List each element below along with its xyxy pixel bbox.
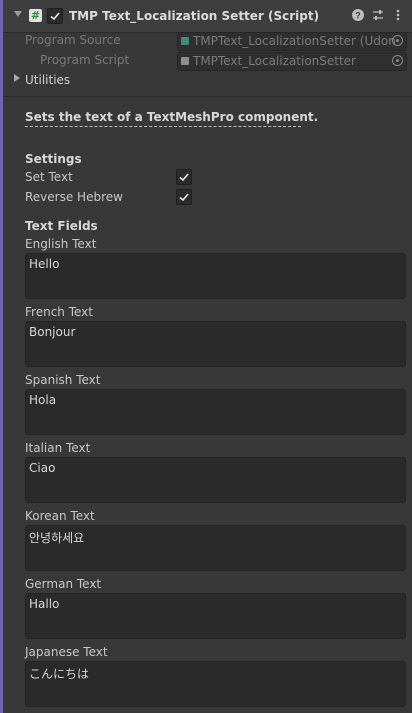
- italian-text-label: Italian Text: [25, 441, 91, 455]
- program-source-value: TMPText_LocalizationSetter (Udon: [193, 34, 396, 48]
- reverse-hebrew-label: Reverse Hebrew: [25, 190, 123, 204]
- component-header[interactable]: # TMP Text_Localization Setter (Script) …: [3, 0, 412, 33]
- korean-text-label: Korean Text: [25, 509, 95, 523]
- component-title: TMP Text_Localization Setter (Script): [69, 9, 320, 23]
- spanish-text-label: Spanish Text: [25, 373, 101, 387]
- program-script-value: TMPText_LocalizationSetter: [193, 54, 356, 68]
- script-hash-icon: #: [29, 9, 42, 22]
- french-text-label: French Text: [25, 305, 93, 319]
- script-file-icon: [181, 57, 189, 65]
- description-separator: [25, 126, 301, 127]
- help-icon[interactable]: ?: [351, 8, 365, 22]
- text-fields-heading: Text Fields: [25, 219, 98, 233]
- description-text: Sets the text of a TextMeshPro component…: [25, 110, 319, 124]
- checkmark-icon: [179, 173, 189, 182]
- checkmark-icon: [179, 193, 189, 202]
- spanish-text-field[interactable]: Hola: [25, 389, 406, 435]
- program-source-field[interactable]: TMPText_LocalizationSetter (Udon: [177, 32, 407, 51]
- reverse-hebrew-checkbox[interactable]: [176, 189, 192, 205]
- set-text-checkbox[interactable]: [176, 169, 192, 185]
- japanese-text-field[interactable]: こんにちは: [25, 661, 406, 707]
- udon-asset-icon: [181, 37, 189, 45]
- set-text-label: Set Text: [25, 170, 73, 184]
- section-divider: [3, 96, 412, 97]
- component-enabled-checkbox[interactable]: [47, 8, 63, 24]
- object-picker-icon[interactable]: [392, 35, 403, 46]
- german-text-label: German Text: [25, 577, 102, 591]
- settings-heading: Settings: [25, 152, 82, 166]
- expand-arrow-icon[interactable]: [14, 74, 20, 82]
- object-picker-icon[interactable]: [392, 55, 403, 66]
- english-text-label: English Text: [25, 237, 97, 251]
- program-source-label: Program Source: [25, 33, 121, 47]
- english-text-field[interactable]: Hello: [25, 253, 406, 299]
- checkmark-icon: [50, 12, 60, 21]
- more-menu-icon[interactable]: [391, 8, 405, 22]
- italian-text-field[interactable]: Ciao: [25, 457, 406, 503]
- japanese-text-label: Japanese Text: [25, 645, 108, 659]
- collapse-arrow-icon[interactable]: [14, 11, 22, 17]
- german-text-field[interactable]: Hallo: [25, 593, 406, 639]
- svg-text:?: ?: [355, 11, 361, 21]
- french-text-field[interactable]: Bonjour: [25, 321, 406, 367]
- inspector-accent-bar: [0, 0, 3, 713]
- korean-text-field[interactable]: 안녕하세요: [25, 525, 406, 571]
- program-script-field[interactable]: TMPText_LocalizationSetter: [177, 52, 407, 71]
- presets-icon[interactable]: [371, 8, 385, 22]
- program-script-label: Program Script: [40, 53, 130, 67]
- utilities-foldout[interactable]: Utilities: [25, 73, 70, 87]
